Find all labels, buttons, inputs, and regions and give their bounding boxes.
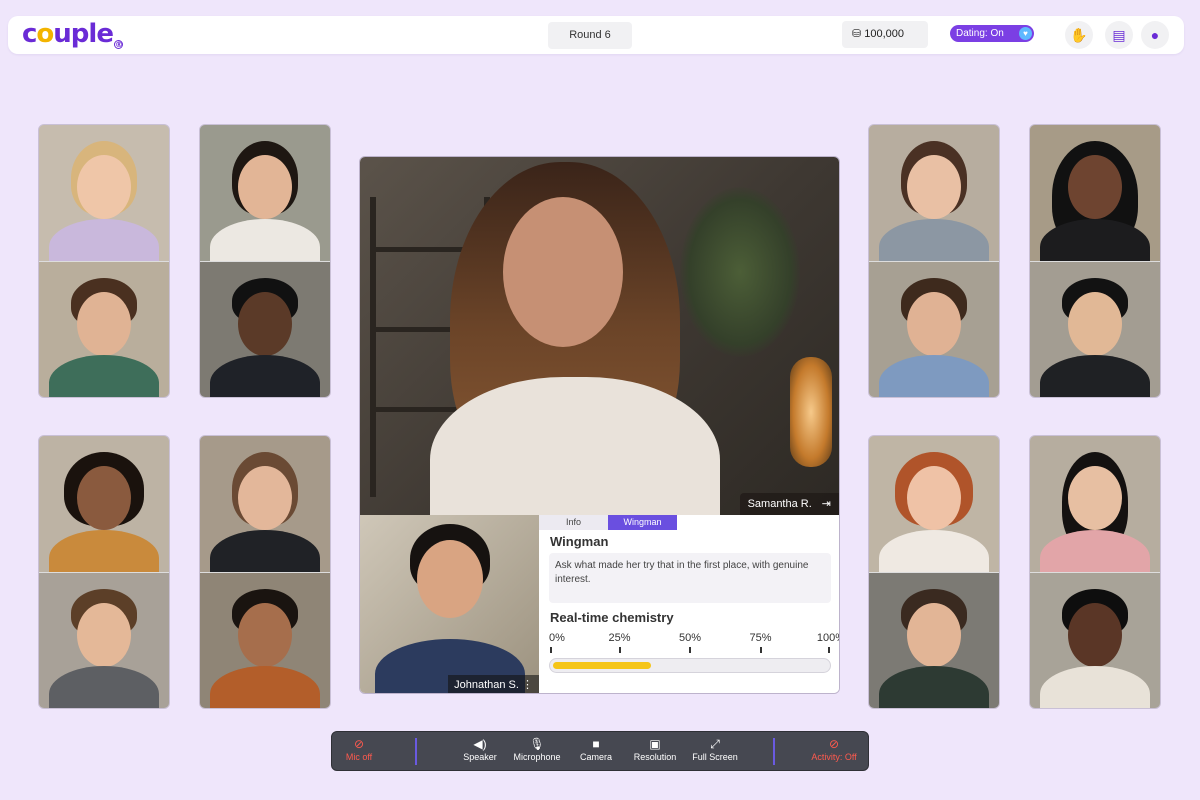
participant-video[interactable] — [869, 125, 999, 261]
tick-mark — [550, 647, 552, 653]
wingman-title: Wingman — [550, 534, 609, 549]
participant-tile[interactable] — [199, 124, 331, 398]
participant-tile[interactable] — [868, 435, 1000, 709]
background-lamp — [790, 357, 832, 467]
mic-off-button[interactable]: ⊘ Mic off — [344, 737, 374, 762]
chemistry-bar — [549, 658, 831, 673]
couple-logo[interactable]: couple ® — [22, 19, 123, 49]
camera-icon: ■ — [592, 737, 600, 751]
tick-mark — [828, 647, 830, 653]
self-name-tag: Johnathan S. ⋮ — [448, 675, 539, 693]
call-controls: ⊘ Mic off ◀) Speaker 🎙 Microphone ■ Camera ▣… — [331, 731, 869, 771]
participant-video[interactable] — [1030, 436, 1160, 572]
tick-label: 100% — [816, 632, 839, 644]
microphone-label: Microphone — [513, 752, 561, 762]
speaker-label: Speaker — [463, 752, 497, 762]
panel-tabs: Info Wingman — [539, 515, 677, 530]
tick-label: 50% — [678, 632, 702, 644]
microphone-button[interactable]: 🎙 Microphone — [512, 737, 562, 762]
chemistry-scale: 0% 25% 50% 75% 100% — [549, 632, 839, 656]
tick-mark — [689, 647, 691, 653]
resolution-label: Resolution — [633, 752, 677, 762]
participant-video[interactable] — [39, 261, 169, 397]
participant-tile[interactable] — [38, 124, 170, 398]
chemistry-title: Real-time chemistry — [550, 610, 674, 625]
activity-muted-icon: ⊘ — [828, 737, 840, 751]
partner-video[interactable]: Samantha R. ⇥ — [360, 157, 839, 515]
background-plant — [680, 187, 800, 357]
participant-video[interactable] — [869, 436, 999, 572]
tick-label: 75% — [749, 632, 772, 644]
participant-video[interactable] — [1030, 261, 1160, 397]
participant-tile[interactable] — [199, 435, 331, 709]
participant-video[interactable] — [200, 125, 330, 261]
full-screen-button[interactable]: ⤢ Full Screen — [690, 737, 740, 762]
participant-video[interactable] — [200, 572, 330, 708]
mic-off-label: Mic off — [345, 752, 373, 762]
wingman-tip: Ask what made her try that in the first … — [549, 553, 831, 603]
self-video[interactable]: Johnathan S. ⋮ — [360, 515, 539, 693]
dating-toggle-label: Dating: On — [956, 28, 1004, 39]
top-bar: couple ® Round 6 ⛁ 100,000 Dating: On ♥ ✋ … — [8, 16, 1184, 54]
self-name: Johnathan S. — [454, 679, 519, 691]
tick-label: 25% — [608, 632, 631, 644]
resolution-button[interactable]: ▣ Resolution — [632, 737, 678, 762]
activity-off-label: Activity: Off — [811, 752, 857, 762]
tick-mark — [759, 647, 762, 653]
participant-video[interactable] — [39, 125, 169, 261]
handshake-icon: ✋ — [1070, 27, 1088, 43]
coin-amount: 100,000 — [864, 28, 904, 40]
camera-button[interactable]: ■ Camera — [578, 737, 614, 762]
main-call-panel: Samantha R. ⇥ Johnathan S. ⋮ Info Wingman… — [359, 156, 840, 694]
matches-button[interactable]: ✋ — [1065, 21, 1093, 49]
expand-icon: ⤢ — [710, 737, 720, 751]
participant-video[interactable] — [869, 261, 999, 397]
partner-name: Samantha R. — [747, 498, 812, 510]
coins-icon: ⛁ — [852, 28, 862, 40]
leave-icon[interactable]: ⇥ — [822, 498, 831, 510]
dating-toggle[interactable]: Dating: On ♥ — [950, 25, 1034, 42]
profile-card-icon: ▤ — [1112, 27, 1126, 43]
mic-muted-icon: ⊘ — [353, 737, 365, 751]
control-divider — [773, 738, 775, 765]
camera-label: Camera — [579, 752, 612, 762]
account-button[interactable]: ● — [1141, 21, 1169, 49]
participant-video[interactable] — [1030, 125, 1160, 261]
tab-wingman[interactable]: Wingman — [608, 515, 677, 530]
participant-video[interactable] — [200, 261, 330, 397]
heart-icon: ♥ — [1019, 27, 1032, 40]
speaker-icon: ◀) — [473, 737, 487, 751]
tab-info[interactable]: Info — [539, 515, 608, 530]
control-divider — [415, 738, 417, 765]
tick-mark — [618, 647, 621, 653]
participant-video[interactable] — [200, 436, 330, 572]
participant-video[interactable] — [869, 572, 999, 708]
profile-card-button[interactable]: ▤ — [1105, 21, 1133, 49]
partner-name-tag: Samantha R. ⇥ — [739, 493, 839, 515]
participant-video[interactable] — [39, 436, 169, 572]
participant-tile[interactable] — [38, 435, 170, 709]
user-icon: ● — [1150, 27, 1160, 43]
full-screen-label: Full Screen — [692, 752, 738, 762]
partner-torso — [430, 377, 720, 515]
more-options-icon[interactable]: ⋮ — [522, 679, 533, 691]
resolution-icon: ▣ — [649, 737, 661, 751]
chemistry-bar-fill — [553, 662, 651, 669]
partner-face — [503, 197, 623, 347]
side-panel: Info Wingman Wingman Ask what made her t… — [539, 515, 839, 693]
tick-label: 0% — [549, 632, 565, 644]
participant-tile[interactable] — [868, 124, 1000, 398]
round-indicator: Round 6 — [548, 22, 632, 49]
microphone-icon: 🎙 — [529, 737, 545, 751]
speaker-button[interactable]: ◀) Speaker — [460, 737, 500, 762]
participant-video[interactable] — [1030, 572, 1160, 708]
participant-video[interactable] — [39, 572, 169, 708]
activity-off-button[interactable]: ⊘ Activity: Off — [806, 737, 862, 762]
coin-balance[interactable]: ⛁ 100,000 — [842, 21, 928, 48]
participant-tile[interactable] — [1029, 435, 1161, 709]
participant-tile[interactable] — [1029, 124, 1161, 398]
